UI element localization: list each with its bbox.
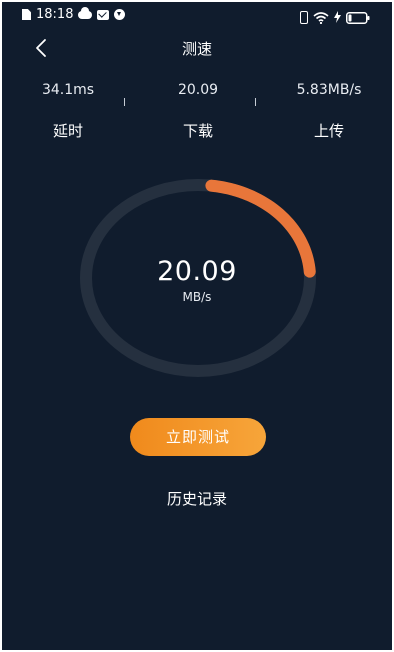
vibrate-icon	[300, 11, 308, 24]
upload-value: 5.83MB/s	[296, 82, 362, 98]
charging-icon	[334, 8, 341, 27]
download-value: 20.09	[177, 82, 219, 98]
upload-label: 上传	[313, 122, 344, 140]
mail-icon	[97, 9, 110, 20]
latency-value: 34.1ms	[41, 82, 95, 98]
page-title: 测速	[181, 40, 212, 58]
history-link[interactable]: 历史记录	[2, 488, 392, 509]
wifi-icon	[313, 11, 329, 24]
battery-icon	[346, 11, 370, 24]
status-bar: 18:18	[2, 2, 392, 30]
latency-label: 延时	[52, 122, 83, 140]
cloud-icon	[78, 6, 93, 19]
stat-divider	[255, 98, 256, 106]
stat-divider	[124, 98, 125, 106]
download-label: 下载	[182, 122, 213, 140]
status-time: 18:18	[36, 7, 74, 22]
gauge-unit: MB/s	[182, 290, 212, 304]
start-test-button[interactable]: 立即测试	[130, 418, 266, 456]
status-left: 18:18	[22, 6, 126, 22]
status-right	[300, 8, 370, 27]
speed-test-screen: 18:18 测速 34.1ms 20.09 5.83MB/s 延时 下载 上传 …	[2, 2, 392, 650]
gauge-value: 20.09	[157, 256, 237, 287]
download-icon	[114, 9, 126, 20]
sim-icon	[22, 9, 31, 20]
